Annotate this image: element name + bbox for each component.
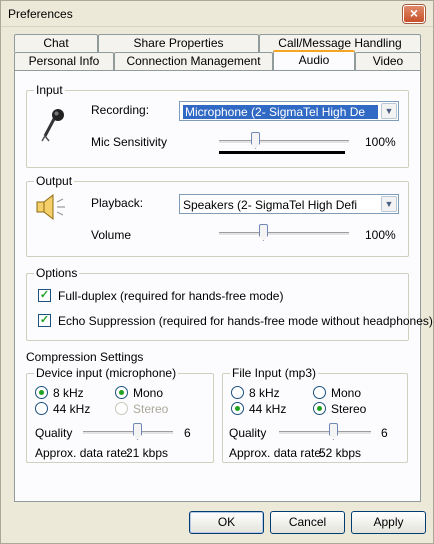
echo-suppression-label: Echo Suppression (required for hands-fre… — [58, 314, 433, 328]
chevron-down-icon[interactable]: ▼ — [381, 103, 397, 119]
file-8khz-radio[interactable] — [231, 386, 244, 399]
preferences-window: Preferences × Chat Share Properties Call… — [0, 0, 434, 544]
playback-select[interactable]: Speakers (2- SigmaTel High Defi ▼ — [179, 194, 399, 214]
window-title: Preferences — [8, 7, 73, 21]
device-8khz-radio[interactable] — [35, 386, 48, 399]
device-quality-label: Quality — [35, 426, 73, 440]
device-44khz-radio[interactable] — [35, 402, 48, 415]
file-data-rate-label: Approx. data rate: — [229, 446, 325, 460]
volume-label: Volume — [91, 228, 132, 242]
recording-label: Recording: — [91, 103, 150, 117]
speaker-icon — [35, 192, 69, 225]
audio-panel: Input Recording: Microphone (2- SigmaTel… — [14, 70, 433, 502]
device-quality-track[interactable] — [83, 431, 173, 435]
playback-value: Speakers (2- SigmaTel High Defi — [183, 198, 358, 212]
file-quality-track[interactable] — [279, 431, 371, 435]
microphone-icon — [41, 108, 67, 145]
mic-sensitivity-track[interactable] — [219, 140, 349, 144]
device-mono-label: Mono — [133, 386, 164, 400]
tab-share-properties[interactable]: Share Properties — [98, 34, 259, 52]
device-input-legend: Device input (microphone) — [34, 366, 179, 380]
tab-video[interactable]: Video — [355, 52, 421, 70]
chevron-down-icon[interactable]: ▼ — [381, 196, 397, 212]
volume-thumb[interactable] — [259, 224, 268, 241]
file-quality-value: 6 — [381, 426, 388, 440]
file-44khz-label: 44 kHz — [249, 402, 287, 416]
tab-personal-info[interactable]: Personal Info — [14, 52, 114, 70]
full-duplex-checkbox[interactable]: ✓ — [38, 289, 51, 302]
output-group: Output Playback: Speakers (2- SigmaTel H… — [26, 174, 409, 257]
device-quality-thumb[interactable] — [133, 423, 142, 440]
file-quality-label: Quality — [229, 426, 267, 440]
recording-select[interactable]: Microphone (2- SigmaTel High De ▼ — [179, 101, 399, 121]
file-mono-label: Mono — [331, 386, 362, 400]
tab-audio[interactable]: Audio — [273, 50, 355, 70]
device-8khz-label: 8 kHz — [53, 386, 84, 400]
mic-level-meter — [219, 151, 345, 154]
input-legend: Input — [34, 83, 65, 97]
file-input-group: File Input (mp3) 8 kHz Mono 44 kHz Stere… — [222, 366, 408, 463]
options-legend: Options — [34, 266, 80, 280]
device-quality-value: 6 — [184, 426, 191, 440]
output-legend: Output — [34, 174, 75, 188]
apply-button[interactable]: Apply — [351, 511, 426, 534]
ok-button[interactable]: OK — [189, 511, 264, 534]
close-icon[interactable]: × — [403, 5, 425, 23]
device-data-rate-label: Approx. data rate: — [35, 446, 131, 460]
full-duplex-label: Full-duplex (required for hands-free mod… — [58, 289, 284, 303]
mic-sensitivity-thumb[interactable] — [251, 132, 260, 149]
device-stereo-radio — [115, 402, 128, 415]
tab-connection-management[interactable]: Connection Management — [114, 52, 273, 70]
device-mono-radio[interactable] — [115, 386, 128, 399]
volume-track[interactable] — [219, 232, 349, 236]
device-data-rate-value: 21 kbps — [126, 446, 169, 460]
device-44khz-label: 44 kHz — [53, 402, 91, 416]
device-input-group: Device input (microphone) 8 kHz Mono 44 … — [26, 366, 214, 463]
file-data-rate-value: 52 kbps — [319, 446, 362, 460]
file-8khz-label: 8 kHz — [249, 386, 280, 400]
file-stereo-radio[interactable] — [313, 402, 326, 415]
recording-value: Microphone (2- SigmaTel High De — [183, 105, 378, 119]
mic-sensitivity-label: Mic Sensitivity — [91, 135, 168, 149]
compression-settings-title: Compression Settings — [26, 350, 144, 364]
file-quality-thumb[interactable] — [329, 423, 338, 440]
playback-label: Playback: — [91, 196, 144, 210]
tab-chat[interactable]: Chat — [14, 34, 98, 52]
options-group: Options ✓ Full-duplex (required for hand… — [26, 266, 433, 341]
input-group: Input Recording: Microphone (2- SigmaTel… — [26, 83, 409, 168]
echo-suppression-checkbox[interactable]: ✓ — [38, 314, 51, 327]
mic-sensitivity-value: 100% — [365, 135, 396, 149]
device-stereo-label: Stereo — [133, 402, 169, 416]
file-44khz-radio[interactable] — [231, 402, 244, 415]
file-stereo-label: Stereo — [331, 402, 367, 416]
file-mono-radio[interactable] — [313, 386, 326, 399]
cancel-button[interactable]: Cancel — [270, 511, 345, 534]
file-input-legend: File Input (mp3) — [230, 366, 319, 380]
title-bar: Preferences × — [1, 1, 433, 27]
volume-value: 100% — [365, 228, 396, 242]
